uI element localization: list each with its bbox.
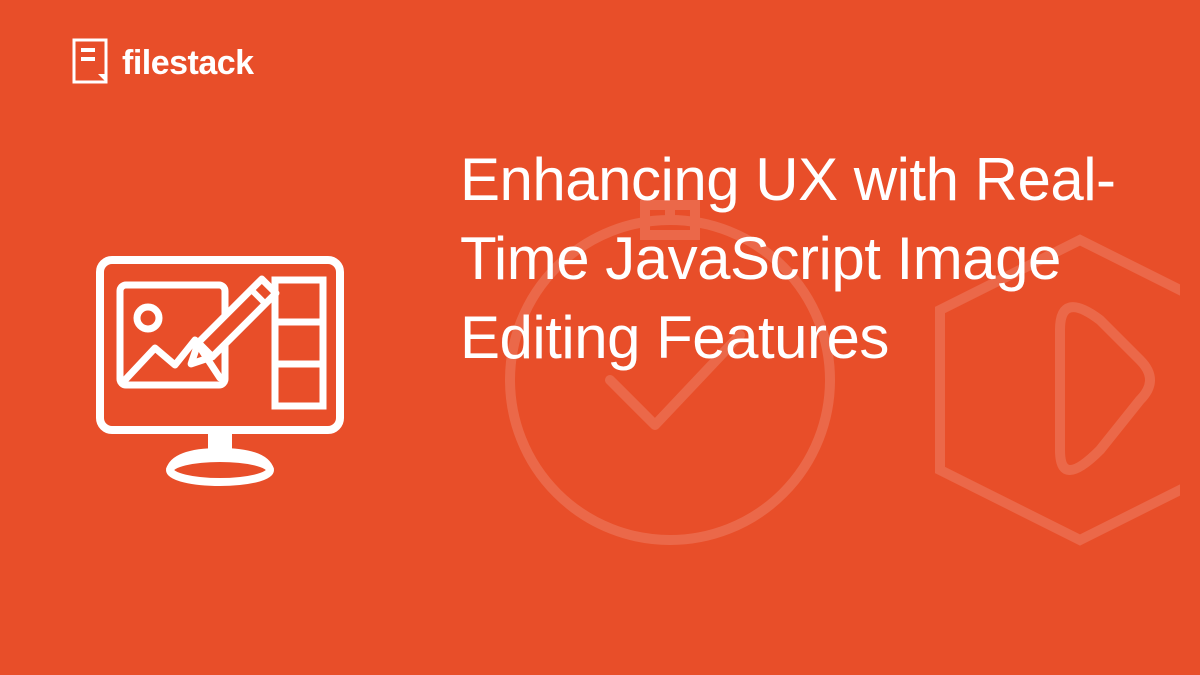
brand-logo: filestack [70, 38, 254, 89]
image-editor-illustration [80, 230, 360, 515]
filestack-logo-icon [70, 38, 110, 89]
page-title: Enhancing UX with Real-Time JavaScript I… [460, 140, 1200, 378]
brand-name: filestack [122, 44, 254, 83]
